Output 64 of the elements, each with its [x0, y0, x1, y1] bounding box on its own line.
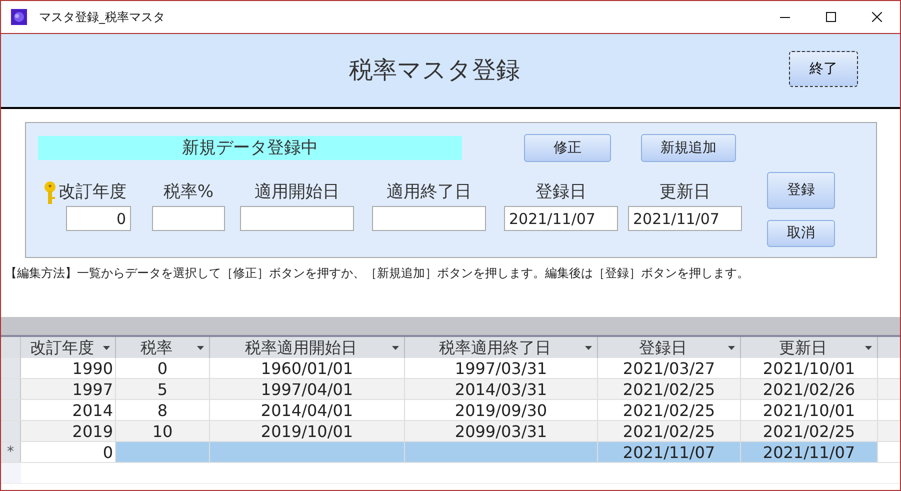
- app-icon: [11, 9, 27, 25]
- dropdown-icon: [585, 346, 592, 350]
- field-label: 更新日: [660, 181, 710, 204]
- table-cell: 5: [116, 379, 210, 399]
- action-button[interactable]: 修正: [524, 134, 611, 162]
- field-label: 改訂年度: [58, 181, 126, 204]
- row-selector[interactable]: [1, 400, 21, 420]
- field-label: 税率%: [163, 181, 214, 204]
- table-cell: 1997/04/01: [210, 379, 405, 399]
- row-selector[interactable]: [1, 421, 21, 441]
- window-title: マスタ登録_税率マスタ: [39, 9, 165, 26]
- form-title: 税率マスタ登録: [349, 55, 520, 86]
- table-cell: 1990: [21, 358, 116, 378]
- help-text: 【編集方法】一覧からデータを選択して［修正］ボタンを押すか、［新規追加］ボタンを押します。編集後は［登録］ボタンを押します。: [5, 265, 750, 282]
- key-icon: [42, 181, 56, 205]
- table-cell: 2014/04/01: [210, 400, 405, 420]
- table-cell: 2021/11/07: [741, 442, 878, 462]
- table-cell: 1960/01/01: [210, 358, 405, 378]
- action-button[interactable]: 新規追加: [641, 134, 736, 162]
- table-cell: 2021/03/27: [598, 358, 741, 378]
- action-button[interactable]: 取消: [767, 220, 835, 247]
- input-field[interactable]: 2021/11/07: [628, 206, 742, 231]
- splitter-bar[interactable]: [1, 317, 900, 337]
- table-cell: 2021/02/25: [598, 379, 741, 399]
- dropdown-icon: [392, 346, 399, 350]
- field-label: 適用開始日: [254, 181, 340, 204]
- table-cell: 2019/09/30: [405, 400, 598, 420]
- table-cell: 2099/03/31: [405, 421, 598, 441]
- table-cell: 1997/03/31: [405, 358, 598, 378]
- row-selector[interactable]: [1, 358, 21, 378]
- field-label: 登録日: [536, 181, 586, 204]
- table-cell: 2021/02/25: [598, 400, 741, 420]
- input-field[interactable]: [152, 206, 225, 231]
- table-cell: 2021/02/25: [598, 421, 741, 441]
- dropdown-icon: [728, 346, 735, 350]
- input-field[interactable]: [240, 206, 354, 231]
- table-cell: 0: [116, 358, 210, 378]
- table-cell: 2021/02/26: [741, 379, 878, 399]
- table-cell: 2014/03/31: [405, 379, 598, 399]
- status-label: 新規データ登録中: [38, 136, 462, 160]
- table-cell: 2021/11/07: [598, 442, 741, 462]
- table-cell: 2019/10/01: [210, 421, 405, 441]
- action-button[interactable]: 登録: [767, 172, 835, 209]
- table-cell: 2014: [21, 400, 116, 420]
- input-field[interactable]: [372, 206, 486, 231]
- table-cell: 2021/10/01: [741, 400, 878, 420]
- row-selector[interactable]: [1, 379, 21, 399]
- maximize-icon: [826, 12, 836, 22]
- table-cell: 1997: [21, 379, 116, 399]
- input-field[interactable]: 0: [66, 206, 131, 231]
- dropdown-icon: [103, 346, 110, 350]
- close-icon: [872, 12, 882, 22]
- input-field[interactable]: 2021/11/07: [504, 206, 618, 231]
- row-selector[interactable]: [1, 463, 21, 483]
- exit-button[interactable]: 終了: [789, 51, 858, 87]
- table-cell: 2019: [21, 421, 116, 441]
- table-cell: 10: [116, 421, 210, 441]
- dropdown-icon: [865, 346, 872, 350]
- dropdown-icon: [197, 346, 204, 350]
- table-cell: 2021/02/25: [741, 421, 878, 441]
- table-cell: 2021/10/01: [741, 358, 878, 378]
- field-label: 適用終了日: [386, 181, 472, 204]
- table-cell: 8: [116, 400, 210, 420]
- row-selector[interactable]: *: [1, 442, 21, 462]
